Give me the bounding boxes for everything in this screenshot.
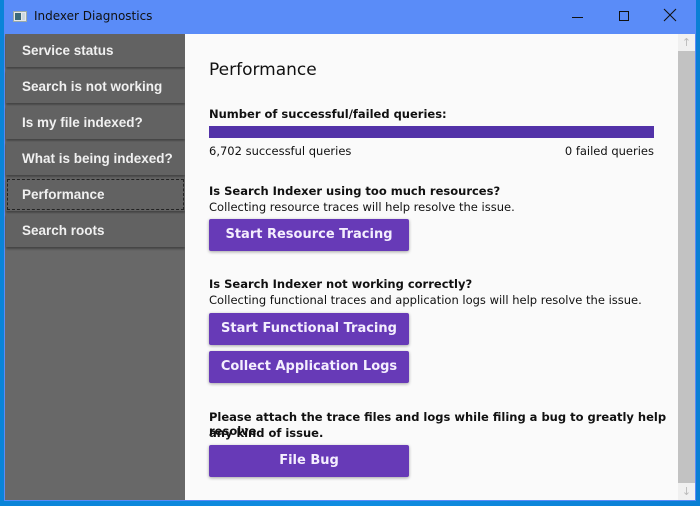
client-area: Service status Search is not working Is … <box>5 34 695 500</box>
sidebar-item-service-status[interactable]: Service status <box>6 34 185 67</box>
queries-progress-fill <box>209 126 654 138</box>
sidebar-item-is-file-indexed[interactable]: Is my file indexed? <box>6 106 185 139</box>
resources-heading: Is Search Indexer using too much resourc… <box>209 184 501 198</box>
collect-application-logs-button[interactable]: Collect Application Logs <box>209 351 409 383</box>
start-functional-tracing-button[interactable]: Start Functional Tracing <box>209 313 409 345</box>
sidebar-item-performance[interactable]: Performance <box>6 178 185 211</box>
title-bar[interactable]: Indexer Diagnostics <box>4 0 696 34</box>
window-title: Indexer Diagnostics <box>34 9 153 23</box>
app-window: Indexer Diagnostics Service status Searc… <box>4 0 696 501</box>
sidebar: Service status Search is not working Is … <box>5 34 185 500</box>
arrow-up-icon: ↑ <box>681 36 692 49</box>
minimize-button[interactable] <box>554 0 600 34</box>
sidebar-item-search-roots[interactable]: Search roots <box>6 214 185 247</box>
resources-description: Collecting resource traces will help res… <box>209 200 515 214</box>
maximize-button[interactable] <box>601 0 647 34</box>
main-panel: Performance Number of successful/failed … <box>185 34 678 500</box>
close-button[interactable] <box>647 0 693 34</box>
app-icon <box>13 11 27 22</box>
start-resource-tracing-button[interactable]: Start Resource Tracing <box>209 219 409 251</box>
minimize-icon <box>572 17 583 18</box>
failed-queries-count: 0 failed queries <box>564 144 654 158</box>
close-icon <box>663 8 677 22</box>
maximize-icon <box>619 11 629 21</box>
queries-progress-bar <box>209 126 654 138</box>
vertical-scrollbar[interactable]: ↑ ↓ <box>678 34 695 500</box>
bug-heading-line2: any kind of issue. <box>209 426 324 440</box>
scroll-down-button[interactable]: ↓ <box>678 483 695 500</box>
sidebar-item-what-is-indexed[interactable]: What is being indexed? <box>6 142 185 175</box>
successful-queries-count: 6,702 successful queries <box>209 144 352 158</box>
scroll-up-button[interactable]: ↑ <box>678 34 695 51</box>
arrow-down-icon: ↓ <box>681 485 692 498</box>
functional-heading: Is Search Indexer not working correctly? <box>209 277 473 291</box>
page-title: Performance <box>209 60 317 80</box>
sidebar-item-search-not-working[interactable]: Search is not working <box>6 70 185 103</box>
file-bug-button[interactable]: File Bug <box>209 445 409 477</box>
queries-heading: Number of successful/failed queries: <box>209 107 447 121</box>
functional-description: Collecting functional traces and applica… <box>209 293 642 307</box>
